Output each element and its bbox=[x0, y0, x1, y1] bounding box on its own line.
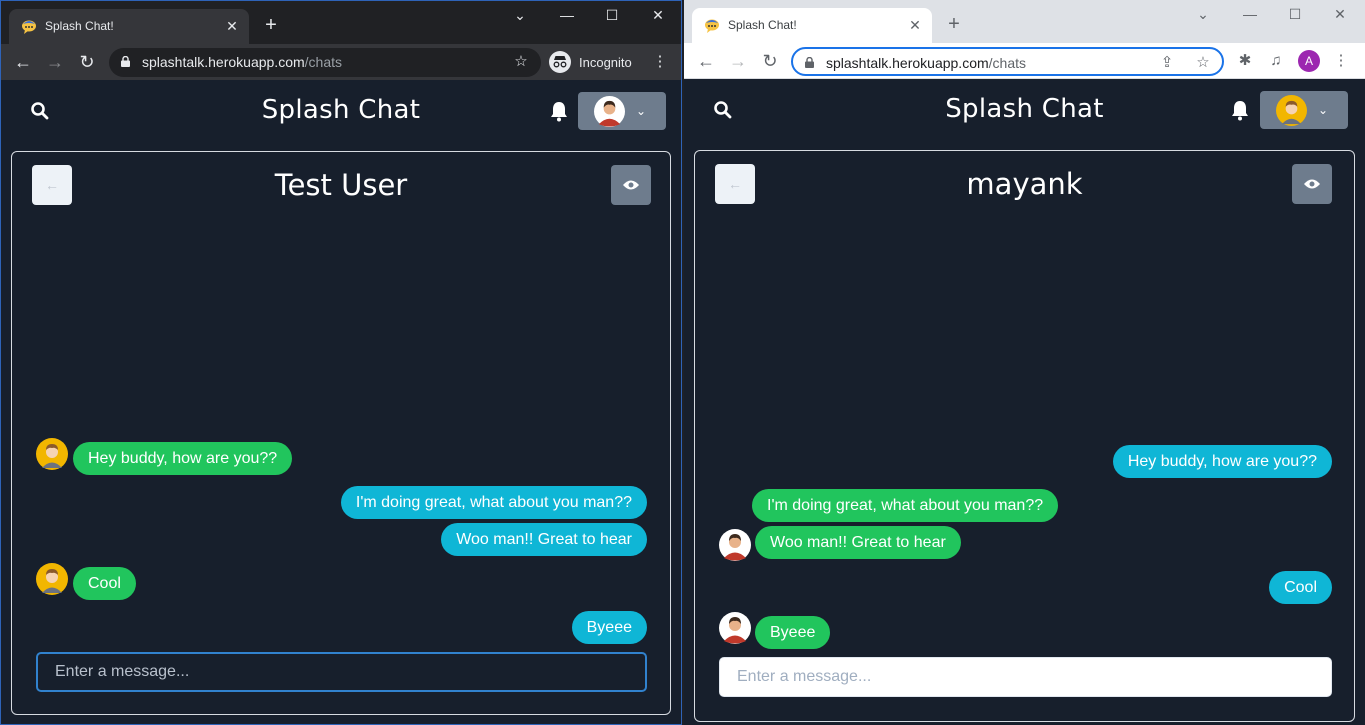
chat-title: mayank bbox=[966, 167, 1083, 201]
incognito-icon bbox=[549, 51, 571, 73]
maximize-icon[interactable]: ☐ bbox=[599, 7, 625, 27]
new-tab-button[interactable]: + bbox=[259, 14, 283, 38]
url-text: splashtalk.herokuapp.com/chats bbox=[142, 54, 343, 70]
user-icon bbox=[719, 529, 751, 561]
extensions-icon[interactable]: ✱ bbox=[1234, 50, 1256, 72]
message-bubble: I'm doing great, what about you man?? bbox=[340, 486, 647, 519]
message-input[interactable] bbox=[36, 652, 647, 692]
chat-bubble-icon bbox=[705, 19, 719, 33]
media-control-icon[interactable]: ♫ bbox=[1265, 50, 1287, 72]
back-arrow-icon[interactable]: ← bbox=[11, 50, 35, 74]
incognito-label: Incognito bbox=[579, 54, 632, 70]
profile-avatar-icon[interactable]: A bbox=[1298, 50, 1320, 72]
chat-bubble-icon bbox=[22, 20, 36, 34]
message-input[interactable] bbox=[719, 657, 1332, 697]
avatar-icon bbox=[594, 96, 625, 127]
eye-icon bbox=[623, 180, 639, 190]
share-icon[interactable]: ⇪ bbox=[1157, 53, 1177, 73]
star-icon[interactable]: ☆ bbox=[1193, 53, 1213, 73]
close-tab-icon[interactable]: ✕ bbox=[906, 16, 924, 34]
browser-tab[interactable]: Splash Chat! ✕ bbox=[692, 8, 932, 43]
message-bubble: Hey buddy, how are you?? bbox=[1112, 445, 1332, 478]
message-bubble: I'm doing great, what about you man?? bbox=[752, 489, 1059, 522]
close-window-icon[interactable]: ✕ bbox=[645, 7, 671, 27]
browser-toolbar: ← → ↻ splashtalk.herokuapp.com/chats ⇪ ☆… bbox=[684, 43, 1365, 79]
message-bubble: Cool bbox=[1269, 571, 1332, 604]
forward-arrow-icon[interactable]: → bbox=[43, 50, 67, 74]
minimize-icon[interactable]: — bbox=[554, 7, 580, 27]
tab-search-icon[interactable]: ⌄ bbox=[1190, 6, 1216, 26]
eye-icon bbox=[1304, 179, 1320, 189]
message-bubble: Byeee bbox=[755, 616, 831, 649]
forward-arrow-icon[interactable]: → bbox=[726, 49, 750, 73]
address-bar[interactable]: splashtalk.herokuapp.com/chats ⇪ ☆ bbox=[791, 47, 1224, 76]
maximize-icon[interactable]: ☐ bbox=[1282, 6, 1308, 26]
chevron-down-icon: ⌄ bbox=[1318, 103, 1329, 117]
app-header: Splash Chat ⌄ bbox=[684, 79, 1365, 141]
address-bar[interactable]: splashtalk.herokuapp.com/chats ☆ bbox=[109, 48, 541, 77]
app-header: Splash Chat ⌄ bbox=[1, 80, 681, 142]
new-tab-button[interactable]: + bbox=[942, 13, 966, 37]
url-text: splashtalk.herokuapp.com/chats bbox=[826, 55, 1027, 71]
tab-strip: Splash Chat! ✕ + ⌄ — ☐ ✕ bbox=[1, 1, 681, 44]
chat-app: Splash Chat ⌄ ← Test User Hey buddy, how… bbox=[1, 80, 681, 724]
view-profile-button[interactable] bbox=[611, 165, 651, 205]
tab-title: Splash Chat! bbox=[45, 19, 114, 33]
view-profile-button[interactable] bbox=[1292, 164, 1332, 204]
browser-toolbar: ← → ↻ splashtalk.herokuapp.com/chats ☆ I… bbox=[1, 44, 681, 80]
lock-icon bbox=[805, 57, 814, 68]
chat-title: Test User bbox=[274, 168, 408, 202]
message-bubble: Byeee bbox=[571, 611, 647, 644]
reload-icon[interactable]: ↻ bbox=[758, 49, 782, 73]
chat-panel: ← Test User Hey buddy, how are you?? I'm… bbox=[11, 151, 671, 715]
user-icon bbox=[36, 563, 68, 595]
lock-icon bbox=[121, 56, 130, 67]
more-menu-icon[interactable]: ⋮ bbox=[649, 51, 671, 73]
user-icon bbox=[36, 438, 68, 470]
bell-icon[interactable] bbox=[549, 100, 569, 122]
browser-tab[interactable]: Splash Chat! ✕ bbox=[9, 9, 249, 44]
back-arrow-icon[interactable]: ← bbox=[694, 49, 718, 73]
message-bubble: Woo man!! Great to hear bbox=[441, 523, 647, 556]
close-window-icon[interactable]: ✕ bbox=[1327, 6, 1353, 26]
tab-title: Splash Chat! bbox=[728, 18, 797, 32]
browser-window-incognito: Splash Chat! ✕ + ⌄ — ☐ ✕ ← → ↻ splashtal… bbox=[0, 0, 682, 725]
message-bubble: Cool bbox=[73, 567, 136, 600]
bell-icon[interactable] bbox=[1230, 99, 1250, 121]
chat-app: Splash Chat ⌄ ← mayank Hey buddy, how ar… bbox=[684, 79, 1365, 725]
browser-window: Splash Chat! ✕ + ⌄ — ☐ ✕ ← → ↻ splashtal… bbox=[684, 0, 1365, 725]
more-menu-icon[interactable]: ⋮ bbox=[1330, 50, 1352, 72]
chat-panel: ← mayank Hey buddy, how are you?? I'm do… bbox=[694, 150, 1355, 722]
user-icon bbox=[719, 612, 751, 644]
tab-strip: Splash Chat! ✕ + ⌄ — ☐ ✕ bbox=[684, 0, 1365, 43]
close-tab-icon[interactable]: ✕ bbox=[223, 17, 241, 35]
avatar-icon bbox=[1276, 95, 1307, 126]
profile-menu-button[interactable]: ⌄ bbox=[1260, 91, 1348, 129]
reload-icon[interactable]: ↻ bbox=[75, 50, 99, 74]
incognito-indicator[interactable]: Incognito bbox=[549, 50, 632, 74]
message-bubble: Hey buddy, how are you?? bbox=[73, 442, 293, 475]
profile-menu-button[interactable]: ⌄ bbox=[578, 92, 666, 130]
chevron-down-icon: ⌄ bbox=[636, 104, 647, 118]
star-icon[interactable]: ☆ bbox=[511, 52, 531, 72]
message-bubble: Woo man!! Great to hear bbox=[755, 526, 961, 559]
minimize-icon[interactable]: — bbox=[1237, 6, 1263, 26]
tab-search-icon[interactable]: ⌄ bbox=[507, 7, 533, 27]
